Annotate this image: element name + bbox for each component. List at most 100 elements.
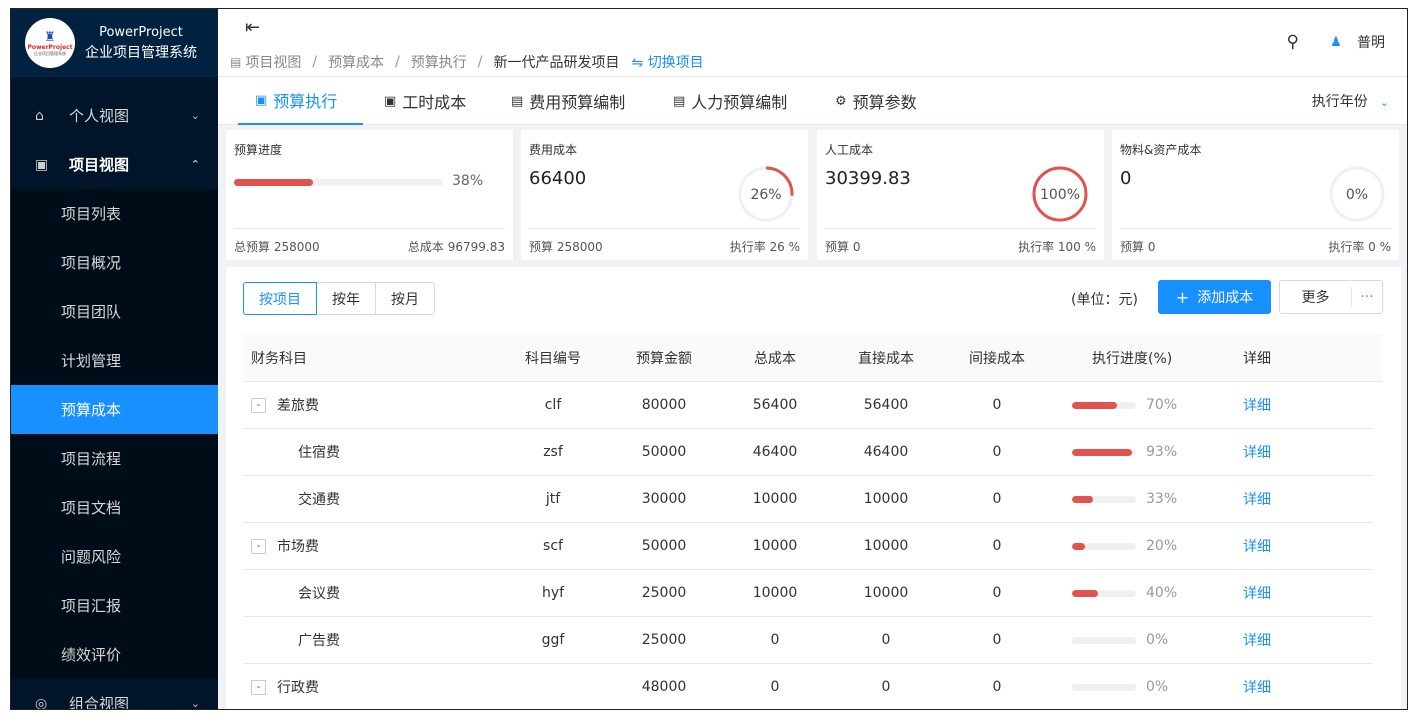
card-material-cost: 物料&资产成本 0 0% 预算 0 执行率 0 % <box>1112 130 1399 260</box>
row-progress-percent: 20% <box>1146 538 1178 554</box>
year-select[interactable]: 执行年份 ⌄ <box>1312 91 1389 111</box>
table-body: - 差旅费 clf 80000 56400 56400 0 70% 详细 住宿费 zsf 50000 4… <box>243 382 1383 709</box>
tab-budget-params[interactable]: ⚙ 预算参数 <box>835 77 917 125</box>
cell-progress: 70% <box>1057 397 1217 413</box>
labor-ring-label: 100% <box>1039 187 1081 203</box>
app-window: ♜ PowerProject 企业项目管理系统 PowerProject 企业项… <box>10 8 1408 710</box>
search-icon[interactable]: ⚲ <box>1287 32 1299 52</box>
detail-link[interactable]: 详细 <box>1243 492 1271 508</box>
switch-project-label: 切换项目 <box>647 55 704 71</box>
tab-expense-budget[interactable]: ▤ 费用预算编制 <box>511 77 625 125</box>
column-header: 预算金额 <box>636 350 692 367</box>
table-header: 财务科目 科目编号 预算金额 总成本 直接成本 间接成本 执行进度(%) 详细 <box>243 334 1383 382</box>
collapse-icon[interactable]: - <box>251 397 266 413</box>
segment-by-year[interactable]: 按年 <box>316 282 376 315</box>
sidebar-item-issues-risks[interactable]: 问题风险 <box>11 532 218 581</box>
cell-account: 住宿费 <box>243 442 493 462</box>
expense-ring-label: 26% <box>750 187 782 203</box>
collapse-icon[interactable]: - <box>251 679 266 695</box>
material-ring-label: 0% <box>1345 187 1369 203</box>
cell-code: hyf <box>541 585 565 601</box>
account-name: 行政费 <box>277 680 319 696</box>
tab-labor-budget[interactable]: ▤ 人力预算编制 <box>673 77 787 125</box>
account-name: 交通费 <box>298 492 340 508</box>
detail-link[interactable]: 详细 <box>1243 633 1271 649</box>
cell-total-cost: 0 <box>770 632 780 648</box>
logo-subtitle: 企业项目管理系统 <box>34 50 66 56</box>
avatar[interactable]: ♟ <box>1325 31 1347 53</box>
cell-detail: 详细 <box>1217 630 1297 650</box>
swap-icon: ⇋ <box>631 55 648 71</box>
table-row: 交通费 jtf 30000 10000 10000 0 33% 详细 <box>243 476 1373 523</box>
card-expense-cost: 费用成本 66400 26% 预算 258000 执行率 26 % <box>521 130 808 260</box>
menu-group-project[interactable]: ▣ 项目视图 ⌃ <box>11 140 218 189</box>
cell-detail: 详细 <box>1217 677 1297 697</box>
cell-direct-cost: 46400 <box>863 444 909 460</box>
cell-budget: 80000 <box>641 397 687 413</box>
sidebar-item-project-docs[interactable]: 项目文档 <box>11 483 218 532</box>
menu-group-label: 项目视图 <box>69 156 130 174</box>
logo-mark-icon: ♜ <box>44 29 56 45</box>
app-subtitle: 企业项目管理系统 <box>85 44 197 61</box>
detail-link[interactable]: 详细 <box>1243 680 1271 696</box>
cell-detail: 详细 <box>1217 536 1297 556</box>
app-name: PowerProject <box>99 24 183 40</box>
cell-total-cost: 0 <box>770 679 780 695</box>
switch-project-link[interactable]: ⇋ 切换项目 <box>632 52 704 72</box>
add-cost-button[interactable]: + 添加成本 <box>1158 280 1271 314</box>
cost-table: 财务科目 科目编号 预算金额 总成本 直接成本 间接成本 执行进度(%) 详细 … <box>243 334 1383 709</box>
segment-by-project[interactable]: 按项目 <box>243 282 317 315</box>
cell-detail: 详细 <box>1217 583 1297 603</box>
menu-group-portfolio[interactable]: ◎ 组合视图 ⌄ <box>11 679 218 709</box>
breadcrumb-item[interactable]: 预算成本 <box>328 52 384 72</box>
sidebar-item-project-flow[interactable]: 项目流程 <box>11 434 218 483</box>
cell-progress: 0% <box>1057 679 1217 695</box>
sidebar-item-plan-management[interactable]: 计划管理 <box>11 336 218 385</box>
column-header: 间接成本 <box>969 350 1025 367</box>
sidebar-item-project-team[interactable]: 项目团队 <box>11 287 218 336</box>
detail-link[interactable]: 详细 <box>1243 398 1271 414</box>
card-footer: 预算 0 执行率 100 % <box>825 228 1096 255</box>
breadcrumb-item[interactable]: 预算执行 <box>411 52 467 72</box>
card-footer: 预算 258000 执行率 26 % <box>529 228 800 255</box>
sidebar-item-project-overview[interactable]: 项目概况 <box>11 238 218 287</box>
sidebar-item-project-list[interactable]: 项目列表 <box>11 189 218 238</box>
cell-code: scf <box>543 538 563 554</box>
sidebar-item-performance[interactable]: 绩效评价 <box>11 630 218 679</box>
detail-link[interactable]: 详细 <box>1243 539 1271 555</box>
cell-total-cost: 10000 <box>752 491 798 507</box>
detail-link[interactable]: 详细 <box>1243 586 1271 602</box>
collapse-icon[interactable]: - <box>251 538 266 554</box>
breadcrumb-home-icon: ▤ <box>230 55 242 69</box>
tab-labor-hour-cost[interactable]: ▣ 工时成本 <box>384 77 466 125</box>
card-value: 30399.83 <box>825 168 911 189</box>
chevron-up-icon: ⌃ <box>190 158 200 171</box>
more-button[interactable]: 更多 ··· <box>1279 280 1383 314</box>
sidebar-item-budget-cost[interactable]: 预算成本 <box>11 385 218 434</box>
column-header: 详细 <box>1243 350 1271 367</box>
segment-by-month[interactable]: 按月 <box>375 282 435 315</box>
cell-indirect-cost: 0 <box>992 397 1002 413</box>
user-name[interactable]: 普明 <box>1357 32 1385 52</box>
menu-fold-icon[interactable]: ⇤ <box>245 17 260 38</box>
column-header: 财务科目 <box>251 350 307 367</box>
sidebar-item-project-report[interactable]: 项目汇报 <box>11 581 218 630</box>
plus-icon: + <box>1175 287 1190 307</box>
tab-budget-execution[interactable]: ▣ 预算执行 <box>238 77 363 125</box>
cell-code: jtf <box>545 491 561 507</box>
ellipsis-icon[interactable]: ··· <box>1352 289 1382 305</box>
cost-table-panel: 按项目 按年 按月 (单位：元) + 添加成本 更多 ··· 财务科目 科目编号… <box>226 267 1401 709</box>
row-progress-bar <box>1072 683 1136 691</box>
logo-area: ♜ PowerProject 企业项目管理系统 PowerProject 企业项… <box>11 9 218 77</box>
menu-group-personal[interactable]: ⌂ 个人视图 ⌄ <box>11 91 218 140</box>
cell-indirect-cost: 0 <box>992 538 1002 554</box>
cell-budget: 48000 <box>641 679 687 695</box>
breadcrumb-item[interactable]: 项目视图 <box>245 52 301 72</box>
detail-link[interactable]: 详细 <box>1243 445 1271 461</box>
breadcrumb-separator: / <box>312 54 318 70</box>
row-progress-fill <box>1072 448 1132 456</box>
cell-budget: 30000 <box>641 491 687 507</box>
material-budget: 预算 0 <box>1120 240 1156 254</box>
account-name: 住宿费 <box>298 445 340 461</box>
expense-budget: 预算 258000 <box>529 240 603 254</box>
